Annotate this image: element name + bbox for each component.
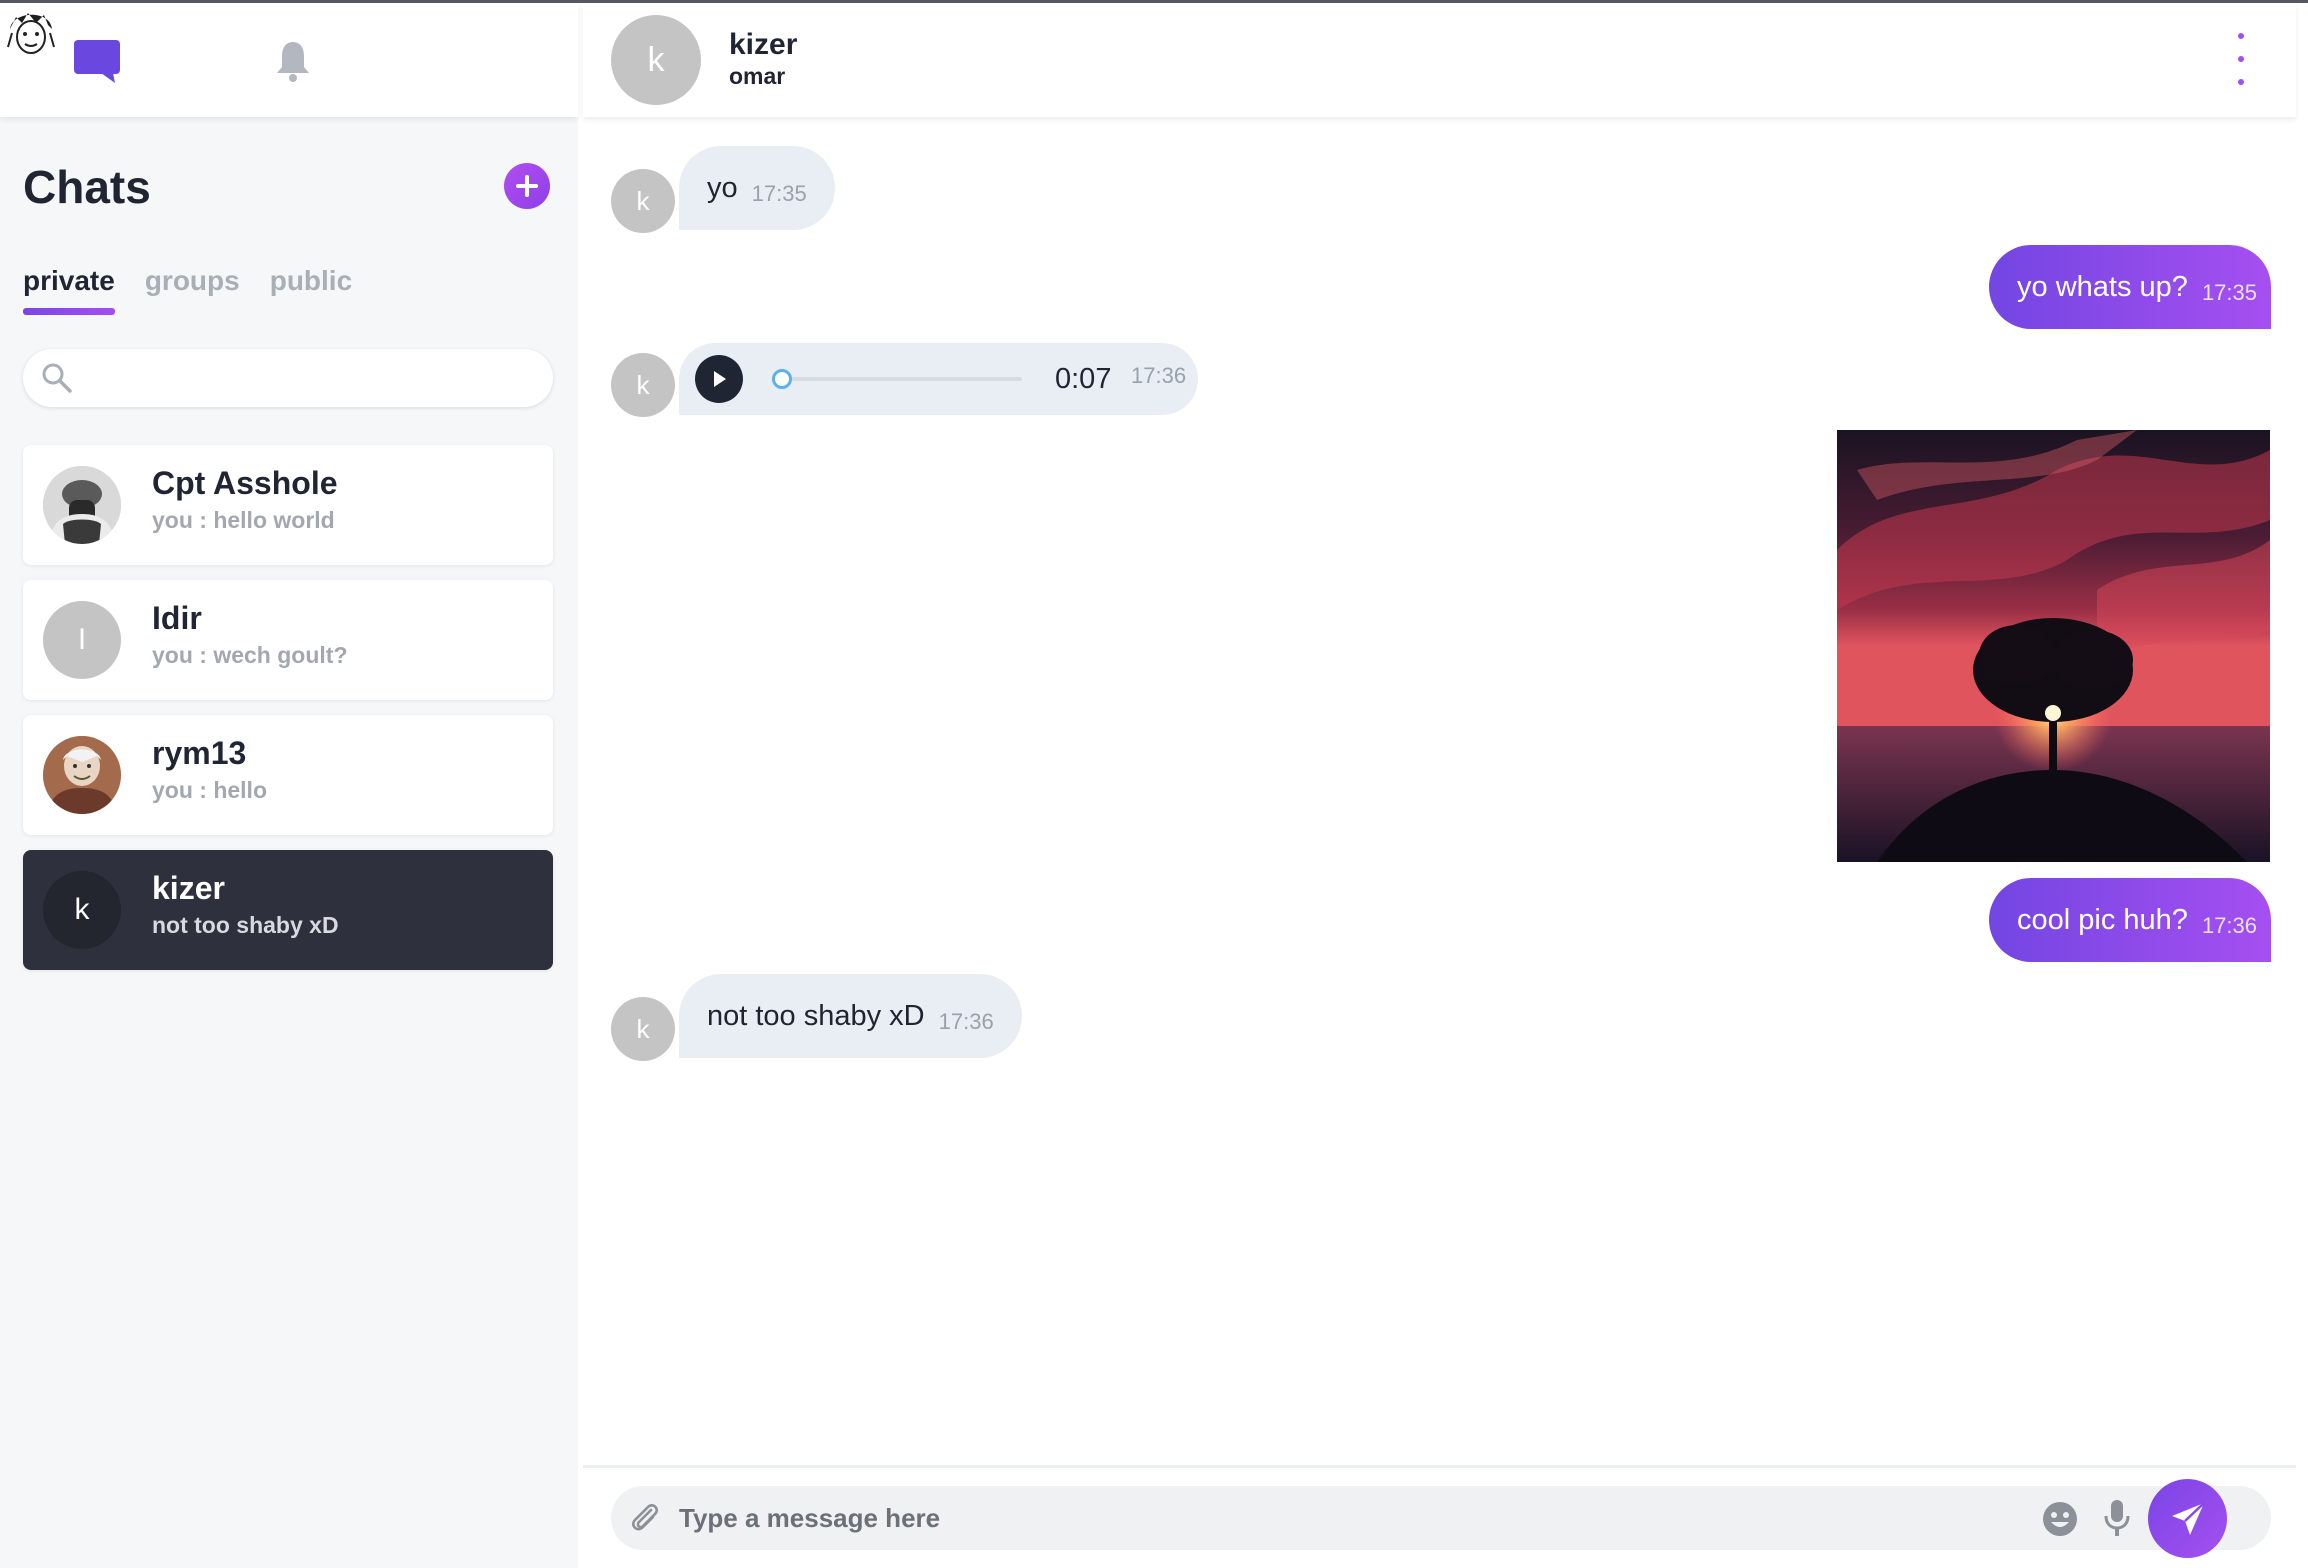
image-message[interactable] [1837,430,2270,862]
conversation-item[interactable]: Cpt Asshole you : hello world [23,445,553,565]
message-text: not too shaby xD [707,999,925,1032]
conversation-item[interactable]: I Idir you : wech goult? [23,580,553,700]
search-box [23,349,553,407]
chat-panel: k kizer omar k yo 17:35 yo whats up? 17:… [583,3,2296,1568]
new-chat-button[interactable] [504,163,550,209]
search-input[interactable] [85,362,525,394]
search-icon [42,363,72,393]
audio-progress-track[interactable] [777,377,1022,381]
chat-icon [74,40,120,83]
audio-duration: 0:07 [1055,363,1112,395]
conversation-last-message: you : hello world [152,507,335,533]
contact-name: kizer [729,28,798,61]
voice-record-button[interactable] [2099,1498,2135,1538]
message-time: 17:35 [751,181,807,206]
sender-avatar: k [611,353,675,417]
kebab-dot [2238,79,2244,85]
chat-header: k kizer omar [583,3,2296,117]
conversation-item[interactable]: rym13 you : hello [23,715,553,835]
contact-avatar[interactable]: k [611,15,701,105]
composer-divider [583,1465,2296,1468]
message-text: cool pic huh? [2017,903,2188,936]
tab-private[interactable]: private [23,265,115,315]
photo-avatar [43,736,121,814]
bell-icon [277,42,309,82]
sidebar: Chats private groups public Cpt Asshole … [0,3,578,1568]
emoji-button[interactable] [2041,1500,2079,1538]
sender-avatar: k [611,997,675,1061]
play-button[interactable] [695,355,743,403]
message-text: yo whats up? [2017,270,2188,303]
message-time: 17:36 [2201,913,2257,938]
incoming-message-bubble: yo 17:35 [679,146,835,230]
tab-groups[interactable]: groups [145,265,240,315]
message-text: yo [707,171,738,204]
kebab-dot [2238,33,2244,39]
sidebar-nav [0,3,578,117]
conversation-avatar [43,466,121,544]
play-icon [714,371,726,387]
conversation-list: Cpt Asshole you : hello world I Idir you… [23,445,553,985]
conversation-name: kizer [152,870,225,906]
conversation-name: Cpt Asshole [152,465,338,501]
conversation-last-message: you : hello [152,777,267,803]
chats-nav-button[interactable] [67,31,127,91]
conversation-avatar [43,736,121,814]
conversation-item-selected[interactable]: k kizer not too shaby xD [23,850,553,970]
outgoing-message-bubble: cool pic huh? 17:36 [1989,878,2271,962]
send-button[interactable] [2148,1479,2227,1558]
chat-type-tabs: private groups public [23,265,352,315]
user-avatar-drawing [1,4,61,64]
tab-public[interactable]: public [270,265,352,315]
emoji-icon [2043,1502,2077,1536]
plus-icon [516,175,538,197]
audio-seek-handle[interactable] [772,369,792,389]
conversation-last-message: you : wech goult? [152,642,348,668]
microphone-icon [2104,1500,2130,1536]
conversation-name: Idir [152,600,202,636]
conversation-avatar: I [43,601,121,679]
more-options-button[interactable] [2231,33,2251,85]
message-time: 17:36 [938,1009,994,1034]
notifications-nav-button[interactable] [263,31,323,91]
sender-avatar: k [611,169,675,233]
message-input[interactable] [679,1496,1989,1540]
chats-title: Chats [23,161,151,213]
photo-avatar [43,466,121,544]
message-time: 17:35 [2201,280,2257,305]
contact-subtitle: omar [729,63,786,89]
conversation-name: rym13 [152,735,247,771]
kebab-dot [2238,56,2244,62]
incoming-message-bubble: not too shaby xD 17:36 [679,974,1022,1058]
attach-button[interactable] [625,1498,665,1538]
audio-message: 0:07 17:36 [679,343,1198,415]
sunset-tree-photo [1837,430,2270,862]
paperclip-icon [632,1504,658,1531]
send-icon [2171,1501,2205,1535]
user-avatar[interactable] [0,3,62,65]
outgoing-message-bubble: yo whats up? 17:35 [1989,245,2271,329]
conversation-avatar: k [43,871,121,949]
message-time: 17:36 [1131,363,1187,388]
message-composer [611,1486,2271,1550]
conversation-last-message: not too shaby xD [152,912,339,938]
